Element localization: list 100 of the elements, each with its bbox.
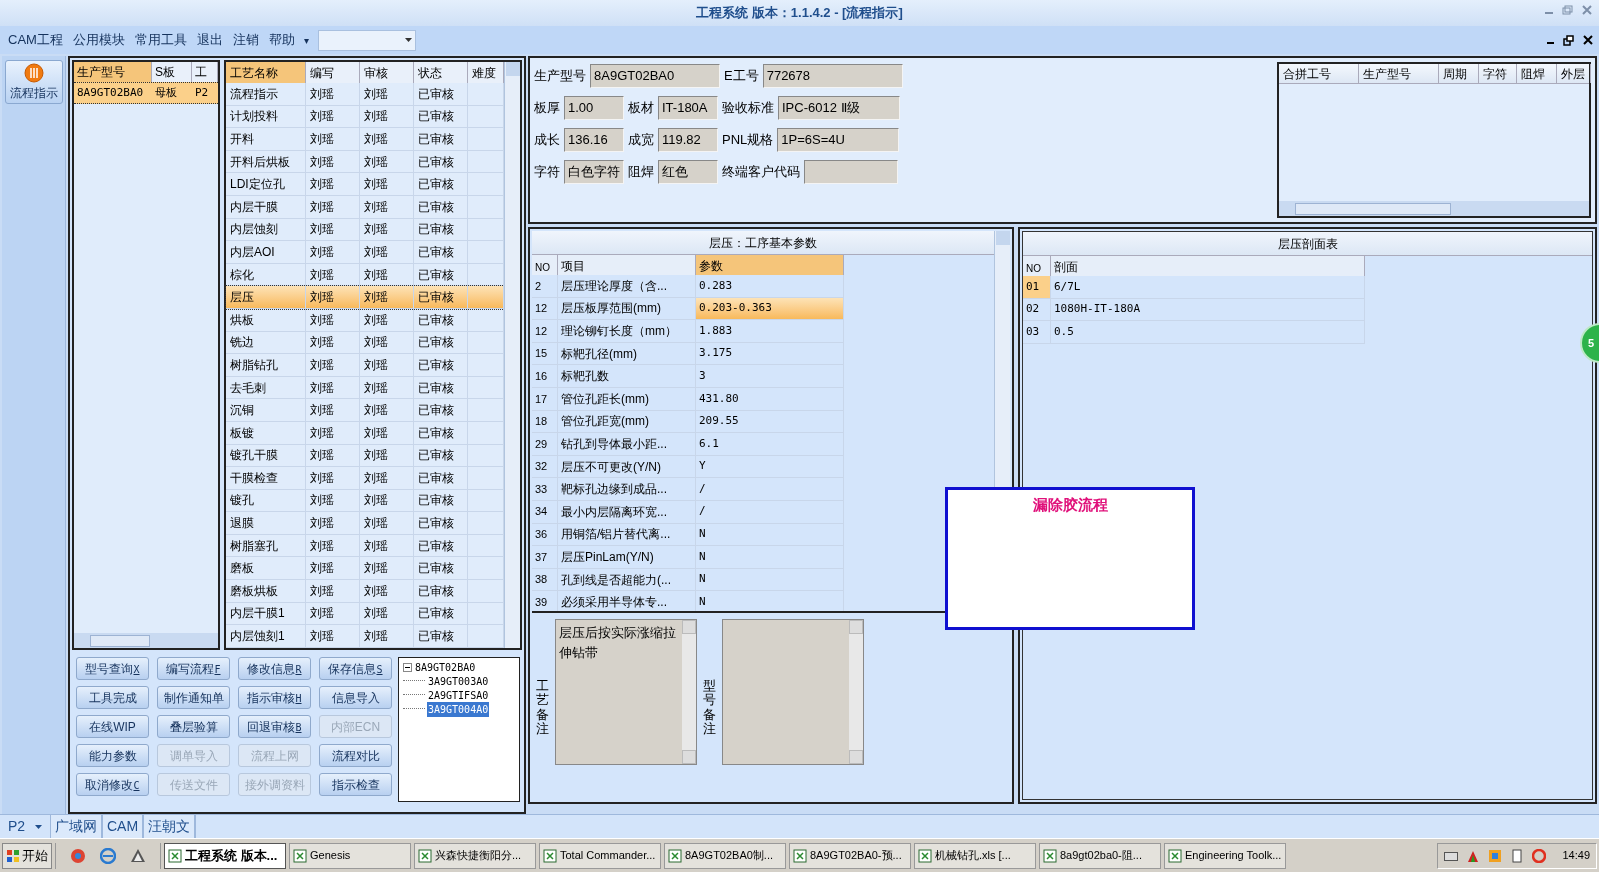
table-row[interactable]: 磨板 刘瑶 刘瑶 已审核 — [226, 557, 504, 581]
table-row[interactable]: 计划投料 刘瑶 刘瑶 已审核 — [226, 105, 504, 129]
table-row[interactable]: 板镀 刘瑶 刘瑶 已审核 — [226, 421, 504, 445]
column-header[interactable]: 阻焊 — [1517, 64, 1557, 83]
table-cell[interactable]: 0.283 — [696, 275, 844, 297]
taskbar-button[interactable]: Genesis — [289, 842, 411, 869]
column-header[interactable]: 外层 — [1557, 64, 1591, 83]
input-field[interactable]: 红色 — [658, 159, 718, 184]
action-button[interactable]: 修改信息R — [238, 657, 311, 680]
table-row[interactable]: 退膜 刘瑶 刘瑶 已审核 — [226, 512, 504, 535]
scrollbar[interactable] — [1279, 201, 1589, 216]
column-header[interactable]: S板 — [152, 62, 192, 82]
menu-item[interactable]: 帮助 — [264, 30, 299, 50]
table-row[interactable]: 内层AOI 刘瑶 刘瑶 已审核 — [226, 241, 504, 264]
table-cell[interactable]: N — [696, 546, 844, 568]
table-row[interactable]: 沉铜 刘瑶 刘瑶 已审核 — [226, 399, 504, 422]
table-row[interactable]: 开料 刘瑶 刘瑶 已审核 — [226, 128, 504, 151]
column-header[interactable]: 项目 — [558, 255, 696, 275]
tree-item[interactable]: 2A9GTIFSA0 — [427, 687, 490, 703]
table-row[interactable]: 开料后烘板 刘瑶 刘瑶 已审核 — [226, 150, 504, 174]
action-button[interactable]: 取消修改C — [76, 773, 149, 796]
column-header[interactable]: 工艺名称 — [226, 62, 306, 83]
menu-item[interactable]: 公用模块 — [68, 30, 129, 50]
table-row[interactable]: 8A9GT02BA0 母板 P2 — [74, 82, 218, 104]
table-row[interactable]: 烘板 刘瑶 刘瑶 已审核 — [226, 308, 504, 332]
input-field[interactable]: 772678 — [762, 63, 903, 88]
scrollbar[interactable] — [504, 62, 520, 648]
table-row[interactable]: 内层蚀刻 刘瑶 刘瑶 已审核 — [226, 218, 504, 242]
column-header[interactable]: 周期 — [1439, 64, 1479, 83]
input-field[interactable]: 136.16 — [564, 127, 624, 152]
dropdown-field[interactable] — [317, 29, 416, 51]
table-row[interactable]: 铣边 刘瑶 刘瑶 已审核 — [226, 331, 504, 355]
table-cell[interactable]: 0.203-0.363 — [696, 297, 844, 320]
table-cell[interactable]: 02 — [1023, 298, 1051, 321]
menu-overflow[interactable]: ▾ — [300, 32, 312, 48]
start-button[interactable]: 开始 — [2, 842, 52, 869]
action-button[interactable]: 编写流程F — [157, 657, 230, 680]
column-header[interactable]: 审核 — [360, 62, 414, 83]
table-cell[interactable]: 3.175 — [696, 342, 844, 365]
tree-item[interactable]: 8A9GT02BA0 — [414, 659, 477, 675]
table-cell[interactable]: Y — [696, 455, 844, 478]
input-field[interactable]: 119.82 — [658, 127, 718, 152]
table-cell[interactable]: N — [696, 591, 844, 611]
input-field[interactable]: 白色字符 — [564, 159, 624, 184]
input-field[interactable]: 8A9GT02BA0 — [590, 63, 720, 88]
table-row[interactable]: 镀孔 刘瑶 刘瑶 已审核 — [226, 489, 504, 513]
taskbar-button[interactable]: 机械钻孔.xls [... — [914, 842, 1036, 869]
action-button[interactable]: 制作通知单 — [157, 686, 230, 709]
table-row[interactable]: 内层干膜 刘瑶 刘瑶 已审核 — [226, 195, 504, 219]
action-button[interactable]: 回退审核B — [238, 715, 311, 738]
action-button[interactable]: 保存信息S — [319, 657, 392, 680]
action-button[interactable]: 指示检查 — [319, 773, 392, 796]
column-header[interactable]: 生产型号 — [1359, 64, 1439, 83]
table-row[interactable]: 干膜检查 刘瑶 刘瑶 已审核 — [226, 467, 504, 490]
menu-item[interactable]: CAM工程 — [4, 30, 67, 50]
action-button[interactable]: 叠层验算 — [157, 715, 230, 738]
taskbar-button[interactable]: 8A9GT02BA0制... — [664, 842, 786, 869]
factory-dropdown[interactable]: P2 — [0, 815, 50, 838]
table-row[interactable]: 内层干膜1 刘瑶 刘瑶 已审核 — [226, 602, 504, 626]
action-button[interactable]: 流程对比 — [319, 744, 392, 767]
column-header[interactable]: 剖面 — [1051, 256, 1365, 276]
action-button[interactable]: 工具完成 — [76, 686, 149, 709]
scrollbar[interactable] — [849, 620, 863, 764]
action-button[interactable]: 在线WIP — [76, 715, 149, 738]
table-cell[interactable]: 431.80 — [696, 387, 844, 410]
column-header[interactable]: 编写 — [306, 62, 360, 83]
column-header[interactable]: NO — [1023, 256, 1051, 276]
table-cell[interactable]: 03 — [1023, 321, 1051, 343]
text-area[interactable] — [722, 619, 864, 765]
column-header[interactable]: 合拼工号 — [1279, 64, 1359, 83]
input-field[interactable]: 1.00 — [564, 95, 624, 120]
nav-button[interactable]: 流程指示 — [4, 60, 63, 104]
input-field[interactable]: IT-180A — [658, 95, 718, 120]
input-field[interactable]: IPC-6012 Ⅱ级 — [778, 95, 900, 120]
text-area[interactable]: 层压后按实际涨缩拉伸钻带 — [555, 619, 697, 765]
column-header[interactable]: 状态 — [414, 62, 468, 83]
table-cell[interactable]: / — [696, 478, 844, 500]
column-header[interactable]: 工 — [192, 62, 218, 82]
table-row[interactable]: 去毛刺 刘瑶 刘瑶 已审核 — [226, 376, 504, 400]
input-field[interactable]: 1P=6S=4U — [777, 127, 900, 152]
table-row[interactable]: 层压 刘瑶 刘瑶 已审核 — [226, 286, 504, 309]
tree-item[interactable]: 3A9GT003A0 — [427, 673, 490, 689]
table-cell[interactable]: 01 — [1023, 276, 1051, 298]
tree-item[interactable]: 3A9GT004A0 — [427, 701, 490, 717]
table-row[interactable]: 树脂钻孔 刘瑶 刘瑶 已审核 — [226, 354, 504, 377]
table-cell[interactable]: 1.883 — [696, 320, 844, 342]
table-cell[interactable]: N — [696, 568, 844, 591]
column-header[interactable]: 生产型号 — [74, 62, 152, 82]
column-header[interactable]: 参数 — [696, 255, 844, 275]
table-cell[interactable]: / — [696, 500, 844, 523]
taskbar-button[interactable]: 工程系统 版本... — [164, 842, 286, 869]
table-row[interactable]: 磨板烘板 刘瑶 刘瑶 已审核 — [226, 580, 504, 603]
column-header[interactable]: 字符 — [1479, 64, 1517, 83]
column-header[interactable]: 难度 — [468, 62, 504, 83]
menu-item[interactable]: 常用工具 — [130, 30, 191, 50]
input-field[interactable] — [804, 159, 898, 184]
table-cell[interactable]: N — [696, 523, 844, 546]
scrollbar[interactable] — [682, 620, 696, 764]
taskbar-button[interactable]: Total Commander... — [539, 842, 661, 869]
taskbar-button[interactable]: Engineering Toolk... — [1164, 842, 1286, 869]
